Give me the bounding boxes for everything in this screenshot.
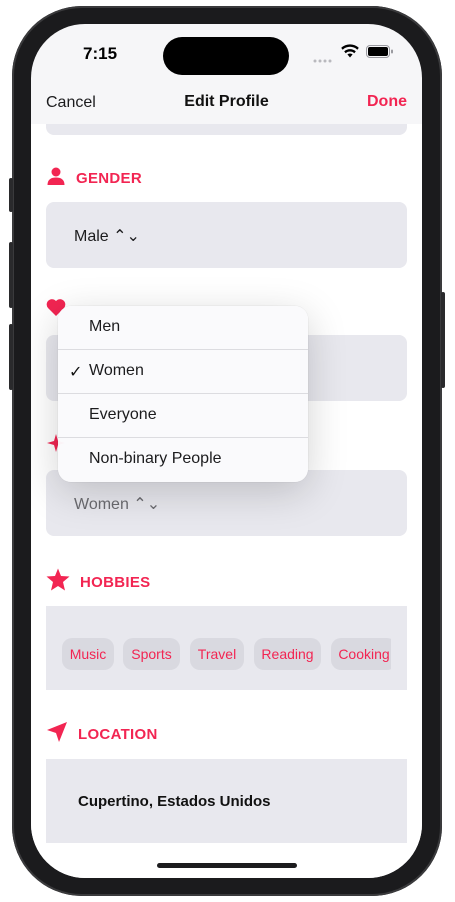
menu-option-label: Women [89, 362, 144, 379]
hobby-chip[interactable]: Music [62, 638, 114, 670]
menu-option-women[interactable]: ✓ Women [58, 350, 308, 394]
navigation-bar: Cancel Edit Profile Done [31, 84, 422, 124]
location-arrow-icon [46, 721, 68, 748]
page-title: Edit Profile [184, 93, 269, 110]
menu-option-non-binary[interactable]: Non-binary People [58, 438, 308, 482]
battery-icon [366, 45, 394, 63]
done-button[interactable]: Done [367, 93, 407, 111]
action-button [9, 178, 13, 212]
hobbies-scroll[interactable]: Music Sports Travel Reading Cooking [46, 606, 391, 690]
location-value: Cupertino, Estados Unidos [78, 793, 271, 810]
hobby-chip[interactable]: Sports [123, 638, 180, 670]
gender-section-header: GENDER [46, 166, 142, 191]
gender-value: Male ⌃⌄ [74, 228, 140, 245]
home-indicator[interactable] [157, 863, 297, 868]
cellular-signal-icon [313, 51, 335, 69]
location-label: LOCATION [78, 726, 158, 743]
star-icon [46, 568, 70, 596]
menu-option-label: Non-binary People [89, 450, 222, 467]
form-content[interactable]: GENDER Male ⌃⌄ Women ⌃⌄ HOBBIES Music Sp… [31, 124, 422, 878]
hobbies-section-header: HOBBIES [46, 568, 150, 596]
menu-option-label: Everyone [89, 406, 157, 423]
menu-option-label: Men [89, 318, 121, 335]
hobby-chip[interactable]: Cooking [331, 638, 391, 670]
power-button [441, 292, 445, 388]
gender-picker[interactable]: Male ⌃⌄ [46, 202, 407, 268]
volume-up-button [9, 242, 13, 308]
volume-down-button [9, 324, 13, 390]
wifi-icon [341, 44, 359, 63]
hobby-chip[interactable]: Reading [254, 638, 321, 670]
location-section-header: LOCATION [46, 721, 158, 748]
dynamic-island [163, 37, 289, 75]
gender-label: GENDER [76, 170, 142, 187]
screen: 7:15 Cancel Edit Profile Done GENDER Mal… [31, 24, 422, 878]
looking-for-value: Women ⌃⌄ [74, 496, 161, 513]
status-bar: 7:15 [31, 24, 422, 84]
hobby-chip[interactable]: Travel [190, 638, 244, 670]
location-field[interactable]: Cupertino, Estados Unidos [46, 759, 407, 843]
hobbies-row[interactable]: Music Sports Travel Reading Cooking [46, 606, 407, 690]
menu-option-men[interactable]: Men [58, 306, 308, 350]
person-icon [46, 166, 66, 191]
previous-card-bottom [46, 124, 407, 135]
hobbies-label: HOBBIES [80, 573, 151, 591]
interested-in-dropdown-menu[interactable]: Men ✓ Women Everyone Non-binary People [58, 306, 308, 482]
checkmark-icon: ✓ [69, 364, 83, 381]
menu-option-everyone[interactable]: Everyone [58, 394, 308, 438]
status-time: 7:15 [83, 44, 118, 63]
